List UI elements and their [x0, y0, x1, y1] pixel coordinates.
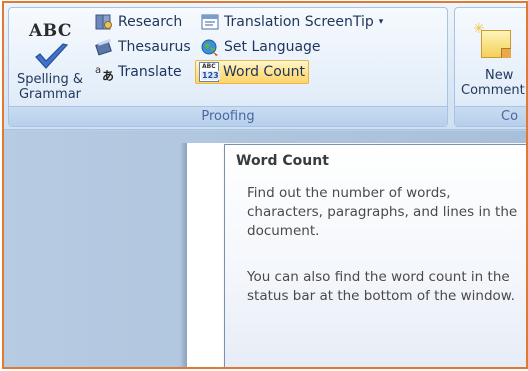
set-language-icon — [200, 37, 220, 57]
word-count-icon-top: ABC — [202, 63, 216, 70]
spelling-label-line2: Grammar — [18, 87, 82, 102]
spelling-grammar-button[interactable]: ABC Spelling & Grammar — [11, 10, 83, 103]
translation-screentip-icon — [200, 12, 220, 32]
thesaurus-button[interactable]: Thesaurus — [91, 35, 194, 59]
dropdown-arrow-icon: ▾ — [378, 17, 384, 27]
set-language-button[interactable]: Set Language — [197, 35, 324, 59]
new-comment-icon — [481, 30, 511, 58]
research-button[interactable]: Research — [91, 10, 185, 34]
thesaurus-icon — [94, 37, 114, 57]
abc-icon-text: ABC — [29, 21, 72, 41]
screenshot-frame: ABC Spelling & Grammar Research Thesauru… — [2, 1, 528, 369]
set-language-label: Set Language — [224, 39, 321, 55]
research-label: Research — [118, 14, 183, 30]
translate-label: Translate — [118, 64, 182, 80]
word-count-button[interactable]: ABC 123 Word Count — [195, 60, 310, 84]
research-icon — [94, 12, 114, 32]
word-count-icon: ABC 123 — [199, 62, 220, 82]
tooltip-paragraph-1: Find out the number of words, characters… — [247, 185, 518, 239]
tooltip-paragraph-2: You can also find the word count in the … — [247, 269, 515, 304]
svg-text:あ: あ — [102, 69, 114, 82]
spelling-label-line1: Spelling & — [16, 72, 84, 87]
check-icon — [35, 43, 69, 69]
comments-group: ✳ New Comment Co — [454, 7, 526, 127]
translation-screentip-label: Translation ScreenTip — [224, 14, 374, 30]
translate-icon: a あ — [94, 62, 114, 83]
word-count-icon-bottom: 123 — [201, 71, 220, 80]
translate-button[interactable]: a あ Translate — [91, 60, 185, 84]
translation-screentip-button[interactable]: Translation ScreenTip ▾ — [197, 10, 386, 34]
new-comment-label-line2: Comment — [461, 83, 525, 98]
tooltip-title: Word Count — [236, 153, 329, 169]
ribbon: ABC Spelling & Grammar Research Thesauru… — [4, 3, 526, 130]
thesaurus-label: Thesaurus — [118, 39, 191, 55]
word-count-tooltip: Word Count Find out the number of words,… — [224, 144, 526, 367]
svg-text:a: a — [95, 65, 101, 76]
new-comment-button[interactable]: ✳ New Comment — [457, 10, 526, 102]
proofing-group: ABC Spelling & Grammar Research Thesauru… — [8, 7, 448, 127]
new-comment-label-line1: New — [485, 68, 514, 83]
proofing-group-label: Proofing — [9, 106, 447, 126]
word-count-label: Word Count — [223, 64, 306, 80]
comments-group-label: Co — [455, 106, 526, 126]
